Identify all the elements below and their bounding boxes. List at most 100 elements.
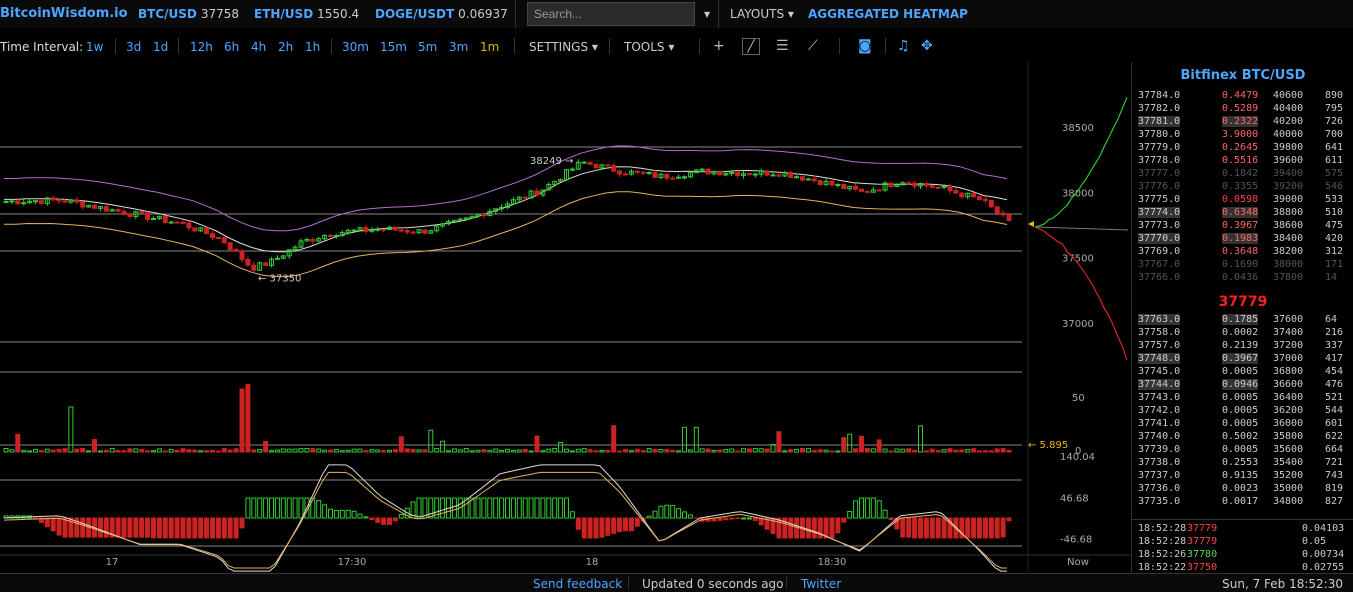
ask-row[interactable]: 37784.00.447940600890 [1132,90,1353,103]
bid-row[interactable]: 37737.00.913535200743 [1132,470,1353,483]
volume-bar [789,450,793,452]
bid-row[interactable]: 37745.00.000536800454 [1132,366,1353,379]
bid-row[interactable]: 37748.00.396737000417 [1132,353,1353,366]
ask-row[interactable]: 37781.00.232240200726 [1132,116,1353,129]
ticker-eth[interactable]: ETH/USD1550.4 [254,7,359,21]
candle-body [606,165,610,166]
bid-row[interactable]: 37739.00.000535600664 [1132,444,1353,457]
horizontal-lines-icon[interactable]: ☰ [776,38,789,54]
order-cumulative: 420 [1325,233,1343,244]
macd-histogram-bar [659,506,663,518]
layouts-menu[interactable]: LAYOUTS ▾ [730,7,794,21]
interval-5m[interactable]: 5m [418,40,437,54]
volume-bar [270,451,274,452]
ask-row[interactable]: 37776.00.335539200546 [1132,181,1353,194]
ask-row[interactable]: 37782.00.528940400795 [1132,103,1353,116]
interval-3d[interactable]: 3d [126,40,141,54]
ask-row[interactable]: 37769.00.364838200312 [1132,246,1353,259]
trade-time: 18:52:22 [1138,562,1186,573]
bid-row[interactable]: 37763.00.17853760064 [1132,314,1353,327]
order-book-title[interactable]: Bitfinex BTC/USD [1132,68,1353,83]
bid-row[interactable]: 37738.00.255335400721 [1132,457,1353,470]
interval-12h[interactable]: 12h [190,40,213,54]
settings-label: SETTINGS [529,40,588,54]
interval-1w[interactable]: 1w [86,40,103,54]
order-cumulative: 575 [1325,168,1343,179]
interval-1d[interactable]: 1d [153,40,168,54]
interval-1m[interactable]: 1m [480,40,499,54]
tools-menu[interactable]: TOOLS ▾ [624,40,674,54]
interval-4h[interactable]: 4h [251,40,266,54]
settings-menu[interactable]: SETTINGS ▾ [529,40,598,54]
interval-6h[interactable]: 6h [224,40,239,54]
interval-30m[interactable]: 30m [342,40,369,54]
bid-row[interactable]: 37741.00.000536000601 [1132,418,1353,431]
ask-row[interactable]: 37778.00.551639600611 [1132,155,1353,168]
volume-bar [924,451,928,452]
macd-histogram-bar [399,514,403,518]
interval-3m[interactable]: 3m [449,40,468,54]
ask-row[interactable]: 37770.00.198338400420 [1132,233,1353,246]
candle-body [216,237,220,238]
bell-icon[interactable]: ♫ [897,38,910,54]
bid-row[interactable]: 37757.00.213937200337 [1132,340,1353,353]
ask-row[interactable]: 37774.00.634838800510 [1132,207,1353,220]
depth-asks-curve [1035,227,1127,360]
volume-bar [706,449,710,452]
crosshair-icon[interactable]: + [713,38,725,54]
ask-row[interactable]: 37780.03.900040000700 [1132,129,1353,142]
interval-1h[interactable]: 1h [305,40,320,54]
order-price: 37744.0 [1138,379,1180,390]
volume-bar [978,451,982,452]
volume-bar [287,449,291,452]
interval-15m[interactable]: 15m [380,40,407,54]
price-chart[interactable]: 3850038000375003700038249 →← 37350500← 5… [0,62,1130,572]
candle-body [818,181,822,185]
candle-body [399,230,403,231]
volume-bar [75,449,79,452]
ask-row[interactable]: 37779.00.264539800641 [1132,142,1353,155]
ticker-symbol: BTC/USD [138,7,197,21]
search-dropdown-icon[interactable]: ▾ [704,7,710,21]
order-cumulative: 611 [1325,155,1343,166]
macd-histogram-bar [523,498,527,518]
bid-row[interactable]: 37735.00.001734800827 [1132,496,1353,509]
bid-row[interactable]: 37743.00.000536400521 [1132,392,1353,405]
mid-price: 37779 [1132,294,1353,310]
ask-row[interactable]: 37767.00.169038000171 [1132,259,1353,272]
bid-row[interactable]: 37758.00.000237400216 [1132,327,1353,340]
twitter-link[interactable]: Twitter [801,577,841,591]
ticker-btc[interactable]: BTC/USD37758 [138,7,239,21]
bid-row[interactable]: 37736.00.002335000819 [1132,483,1353,496]
ask-row[interactable]: 37775.00.059839000533 [1132,194,1353,207]
line-icon[interactable]: ╱ [742,38,760,55]
logo[interactable]: BitcoinWisdom.io [0,6,128,21]
ticker-doge[interactable]: DOGE/USDT0.06937 [375,7,508,21]
send-feedback-link[interactable]: Send feedback [533,577,622,591]
volume-bar [16,434,20,452]
camera-icon[interactable]: ◙ [858,38,872,54]
order-total: 38600 [1273,220,1303,231]
aggregated-heatmap-link[interactable]: AGGREGATED HEATMAP [808,7,968,21]
fan-icon[interactable]: ⟋ [808,38,818,54]
ask-row[interactable]: 37777.00.184239400575 [1132,168,1353,181]
bid-row[interactable]: 37742.00.000536200544 [1132,405,1353,418]
fullscreen-icon[interactable]: ✥ [921,38,933,54]
order-amount: 0.0005 [1222,405,1258,416]
candle-body [812,179,816,181]
volume-bar [523,449,527,452]
volume-bar [246,385,250,453]
macd-histogram-bar [264,498,268,518]
bid-row[interactable]: 37740.00.500235800622 [1132,431,1353,444]
bid-row[interactable]: 37744.00.094636600476 [1132,379,1353,392]
interval-2h[interactable]: 2h [278,40,293,54]
order-amount: 0.0005 [1222,392,1258,403]
candle-body [63,201,67,202]
chart-canvas[interactable]: 3850038000375003700038249 →← 37350500← 5… [0,62,1130,572]
ask-row[interactable]: 37766.00.04363780014 [1132,272,1353,285]
ask-row[interactable]: 37773.00.396738600475 [1132,220,1353,233]
order-total: 40400 [1273,103,1303,114]
order-price: 37735.0 [1138,496,1180,507]
ticker-price: 1550.4 [317,7,359,21]
search-input[interactable] [527,2,695,26]
